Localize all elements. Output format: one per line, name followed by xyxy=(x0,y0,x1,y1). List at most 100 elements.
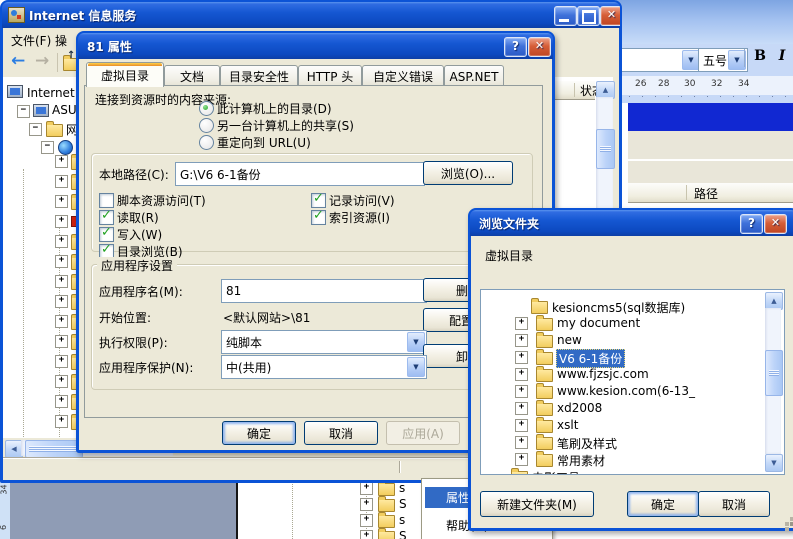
radio-redirect[interactable] xyxy=(199,135,214,150)
local-path-input[interactable]: G:\V6 6-1备份 xyxy=(175,162,425,186)
checkbox-write[interactable] xyxy=(99,227,114,242)
browse-button[interactable]: 浏览(O)... xyxy=(423,161,513,185)
checkbox-label[interactable]: 记录访问(V) xyxy=(329,192,395,209)
scrollbar-thumb[interactable] xyxy=(25,440,83,458)
tab-http-headers[interactable]: HTTP 头 xyxy=(298,65,362,87)
iis-titlebar[interactable]: Internet 信息服务 xyxy=(2,2,620,28)
radio-directory[interactable] xyxy=(199,101,214,116)
checkbox-script-access[interactable] xyxy=(99,193,114,208)
tree-expand-icon[interactable] xyxy=(515,334,528,347)
folder-tree-item[interactable]: www.fjzsjc.com xyxy=(481,366,782,383)
tab-documents[interactable]: 文档 xyxy=(164,65,220,87)
font-name-combo[interactable] xyxy=(616,48,702,72)
checkbox-label[interactable]: 脚本资源访问(T) xyxy=(117,192,206,209)
tab-virtual-directory[interactable]: 虚拟目录 xyxy=(86,62,164,87)
folder-icon xyxy=(378,531,395,539)
close-button[interactable] xyxy=(600,6,620,26)
path-column-header[interactable]: 路径 xyxy=(694,185,718,202)
font-size-combo[interactable]: 五号 xyxy=(698,48,748,72)
dialog-titlebar[interactable]: 浏览文件夹 xyxy=(470,210,793,236)
tree-expand-icon[interactable] xyxy=(55,195,68,208)
folder-tree-item[interactable]: 笔刷及样式 xyxy=(481,434,782,451)
tree-expand-icon[interactable] xyxy=(55,335,68,348)
ok-button[interactable]: 确定 xyxy=(222,421,296,445)
folder-tree-item[interactable]: xslt xyxy=(481,417,782,434)
tree-expand-icon[interactable] xyxy=(360,514,373,527)
tab-aspnet[interactable]: ASP.NET xyxy=(444,65,504,87)
checkbox-label[interactable]: 写入(W) xyxy=(117,226,162,243)
tree-expand-icon[interactable] xyxy=(55,395,68,408)
tree-expand-icon[interactable] xyxy=(515,368,528,381)
tree-expand-icon[interactable] xyxy=(55,315,68,328)
folder-tree-item[interactable]: 常用素材 xyxy=(481,451,782,468)
tree-expand-icon[interactable] xyxy=(515,402,528,415)
close-button[interactable] xyxy=(764,214,787,234)
toolbar-separator xyxy=(744,49,745,67)
scrollbar-thumb[interactable] xyxy=(596,129,615,169)
tree-expand-icon[interactable] xyxy=(55,235,68,248)
tree-collapse-icon[interactable] xyxy=(29,123,42,136)
folder-tree-item[interactable]: www.kesion.com(6-13_ xyxy=(481,383,782,400)
radio-label[interactable]: 此计算机上的目录(D) xyxy=(217,100,332,117)
tree-expand-icon[interactable] xyxy=(515,385,528,398)
checkbox-label[interactable]: 索引资源(I) xyxy=(329,209,390,226)
folder-tree-item[interactable]: xd2008 xyxy=(481,400,782,417)
scroll-down-icon[interactable]: ▼ xyxy=(765,454,783,472)
tree-expand-icon[interactable] xyxy=(55,375,68,388)
radio-label[interactable]: 另一台计算机上的共享(S) xyxy=(217,117,354,134)
cancel-button[interactable]: 取消 xyxy=(304,421,378,445)
tree-expand-icon[interactable] xyxy=(55,175,68,188)
tree-expand-icon[interactable] xyxy=(55,415,68,428)
forward-icon[interactable]: → xyxy=(35,51,49,71)
minimize-button[interactable] xyxy=(554,6,577,26)
tree-expand-icon[interactable] xyxy=(515,453,528,466)
tree-expand-icon[interactable] xyxy=(55,355,68,368)
checkbox-read[interactable] xyxy=(99,210,114,225)
italic-button[interactable]: I xyxy=(774,48,790,68)
tree-expand-icon[interactable] xyxy=(55,275,68,288)
menu-action[interactable]: 操 xyxy=(55,32,67,49)
apply-button[interactable]: 应用(A) xyxy=(386,421,460,445)
ok-button[interactable]: 确定 xyxy=(627,491,699,517)
tree-expand-icon[interactable] xyxy=(515,351,528,364)
tab-directory-security[interactable]: 目录安全性 xyxy=(220,65,298,87)
folder-tree-item[interactable]: kesioncms5(sql数据库) xyxy=(481,298,782,315)
tree-expand-icon[interactable] xyxy=(360,530,373,539)
tree-expand-icon[interactable] xyxy=(515,436,528,449)
chevron-down-icon[interactable] xyxy=(407,357,425,377)
new-folder-button[interactable]: 新建文件夹(M) xyxy=(480,491,594,517)
bold-button[interactable]: B xyxy=(750,48,770,68)
tree-expand-icon[interactable] xyxy=(55,295,68,308)
tree-expand-icon[interactable] xyxy=(360,482,373,495)
cancel-button[interactable]: 取消 xyxy=(698,491,770,517)
help-button[interactable] xyxy=(504,37,527,57)
folder-tree-item-selected[interactable]: V6 6-1备份 xyxy=(481,349,782,366)
dialog-titlebar[interactable]: 81 属性 xyxy=(78,33,553,59)
folder-tree-item[interactable]: new xyxy=(481,332,782,349)
tree-expand-icon[interactable] xyxy=(515,419,528,432)
checkbox-label[interactable]: 读取(R) xyxy=(117,209,159,226)
back-icon[interactable]: ← xyxy=(11,51,25,71)
tree-collapse-icon[interactable] xyxy=(17,105,30,118)
app-name-input[interactable]: 81 xyxy=(221,279,427,303)
radio-label[interactable]: 重定向到 URL(U) xyxy=(217,134,311,151)
tab-custom-errors[interactable]: 自定义错误 xyxy=(362,65,444,87)
exec-permissions-combo[interactable]: 纯脚本 xyxy=(221,330,427,354)
app-protection-combo[interactable]: 中(共用) xyxy=(221,355,427,379)
help-button[interactable] xyxy=(740,214,763,234)
tree-expand-icon[interactable] xyxy=(360,498,373,511)
close-button[interactable] xyxy=(528,37,551,57)
scrollbar-thumb[interactable] xyxy=(765,350,783,396)
checkbox-index-resource[interactable] xyxy=(311,210,326,225)
tree-expand-icon[interactable] xyxy=(55,215,68,228)
menu-file[interactable]: 文件(F) xyxy=(11,32,51,49)
radio-share[interactable] xyxy=(199,118,214,133)
tree-expand-icon[interactable] xyxy=(55,155,68,168)
maximize-button[interactable] xyxy=(577,6,600,26)
folder-tree-item[interactable]: 电影工具 xyxy=(481,468,782,475)
checkbox-log-visits[interactable] xyxy=(311,193,326,208)
folder-tree-item[interactable]: my document xyxy=(481,315,782,332)
tree-expand-icon[interactable] xyxy=(515,317,528,330)
tree-collapse-icon[interactable] xyxy=(41,141,54,154)
tree-expand-icon[interactable] xyxy=(55,255,68,268)
